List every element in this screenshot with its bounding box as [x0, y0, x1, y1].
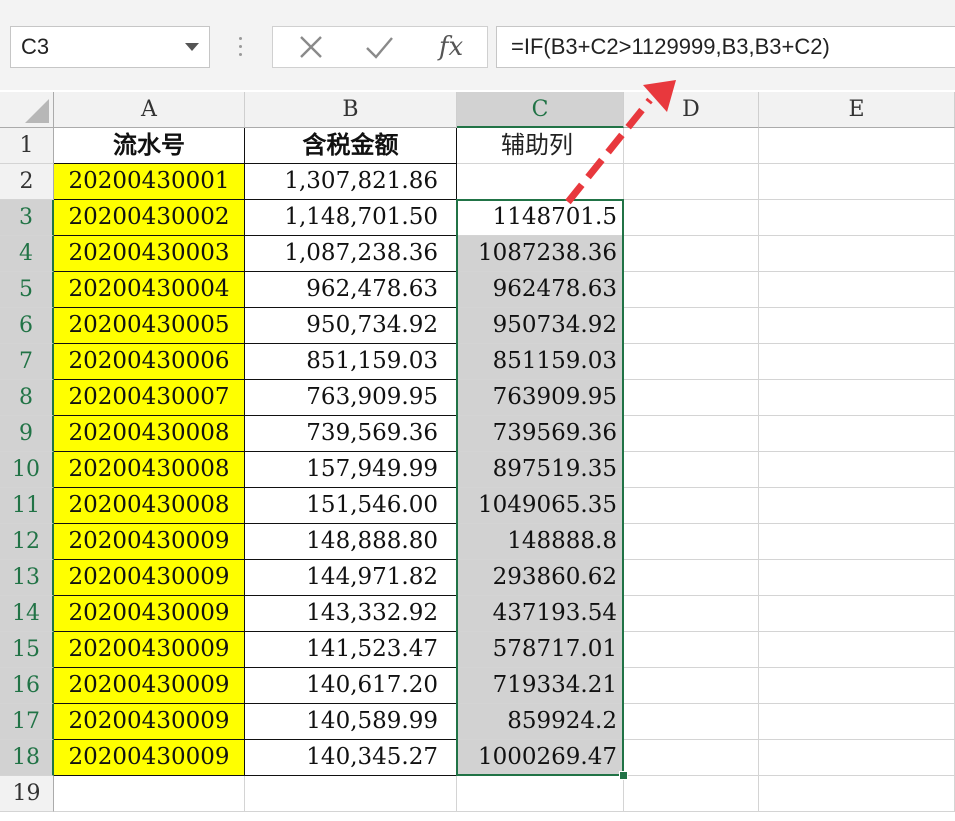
- arrow-head-icon: [643, 80, 676, 112]
- dashed-arrow-line: [565, 97, 653, 205]
- annotation-arrow: [565, 80, 676, 205]
